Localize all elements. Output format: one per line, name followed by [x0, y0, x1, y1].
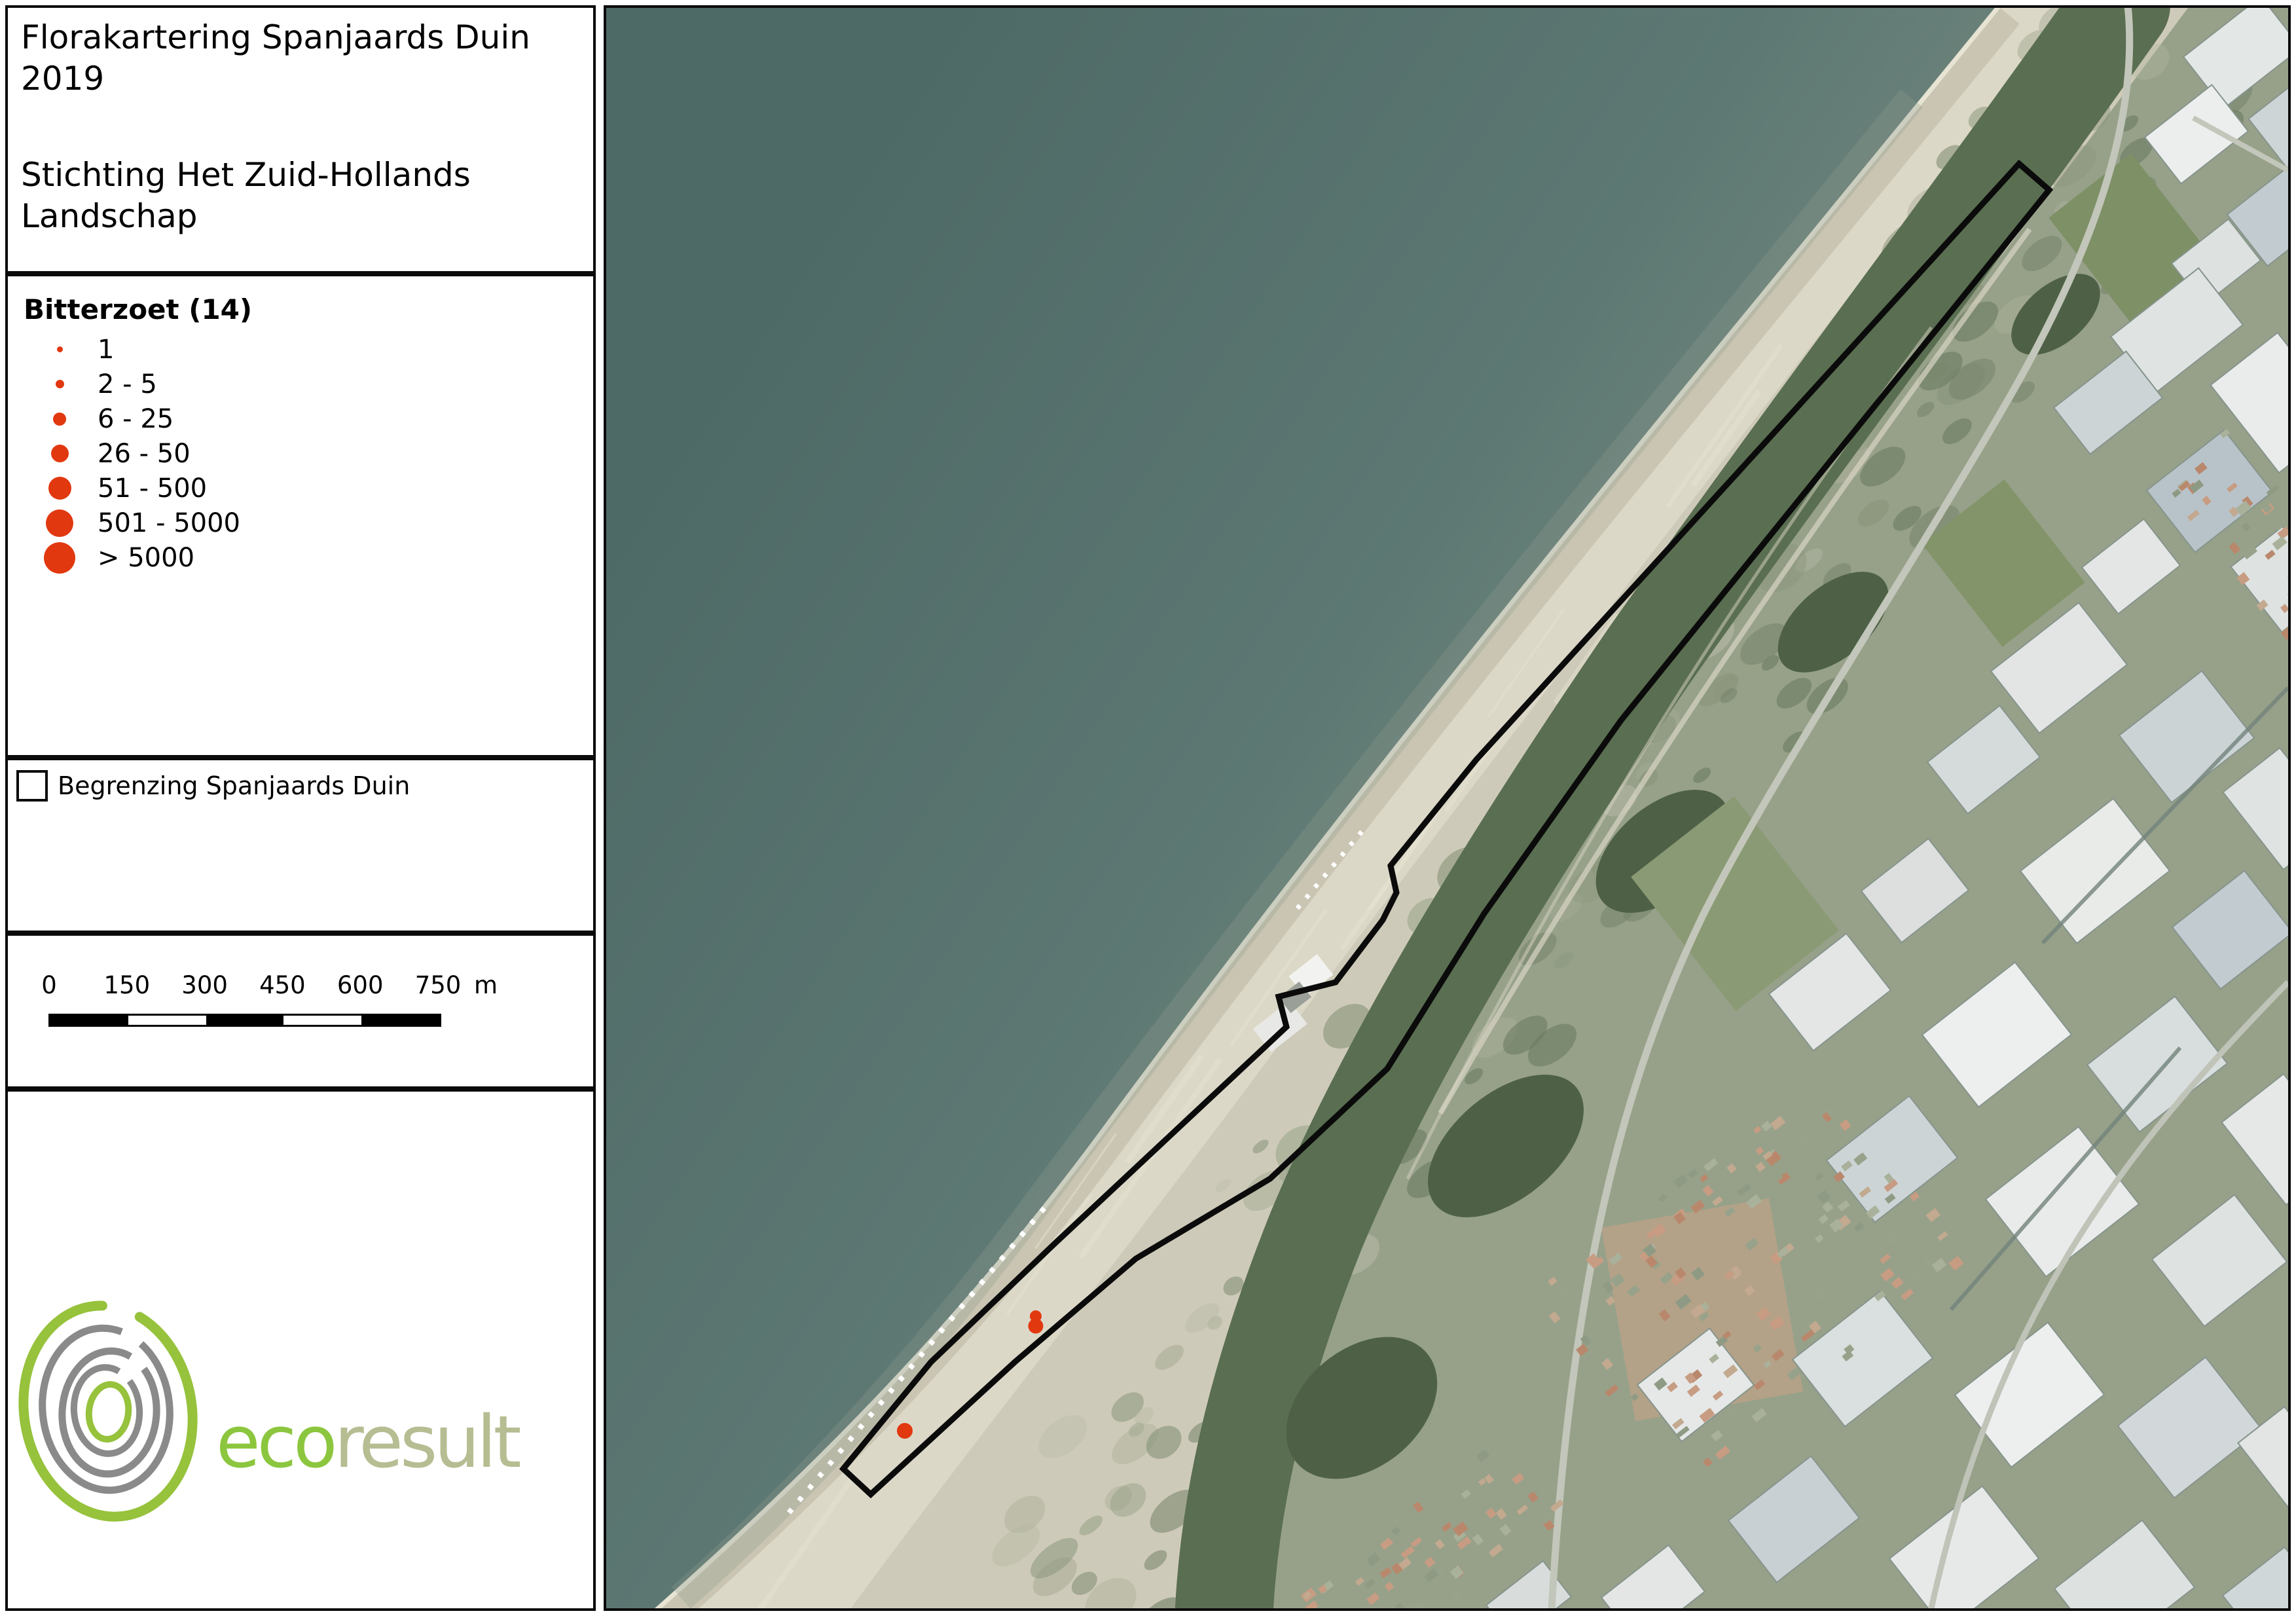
map-title: Florakartering Spanjaards Duin 2019 — [21, 17, 580, 100]
subtitle-line-1: Stichting Het Zuid-Hollands — [21, 155, 580, 196]
scalebar-unit: m — [474, 971, 498, 999]
scalebar-tick-label: 0 — [41, 971, 57, 999]
scalebar-bar — [48, 1014, 441, 1027]
observation-dot — [1029, 1319, 1044, 1334]
boundary-legend-box: Begrenzing Spanjaards Duin — [5, 758, 596, 933]
legend-item: 501 - 5000 — [18, 506, 593, 540]
observation-dot — [897, 1423, 913, 1439]
legend-item: > 5000 — [18, 540, 593, 575]
legend-item-label: 1 — [88, 335, 114, 365]
legend-heading: Bitterzoet (14) — [24, 293, 593, 325]
graduated-dot-icon — [57, 346, 63, 352]
scalebar-tick-label: 600 — [337, 971, 384, 999]
legend-symbol — [31, 380, 88, 388]
legend-symbol — [31, 413, 88, 426]
map-sheet: { "title": {"lines": ["Florakartering Sp… — [0, 0, 2296, 1624]
legend-symbol — [31, 542, 88, 574]
graduated-dot-icon — [44, 542, 75, 574]
legend-rows: 1 2 - 5 6 - 25 26 - 50 51 - 500 501 - 5000 > 5… — [18, 332, 593, 575]
scalebar-tick-label: 150 — [103, 971, 150, 999]
legend-item: 1 — [18, 332, 593, 367]
title-box: Florakartering Spanjaards Duin 2019 Stic… — [5, 5, 596, 274]
legend-box: Bitterzoet (14) 1 2 - 5 6 - 25 26 - 50 51 - … — [5, 274, 596, 758]
legend-item-label: > 5000 — [88, 543, 194, 573]
subtitle-line-2: Landschap — [21, 196, 580, 237]
legend-symbol — [31, 477, 88, 500]
legend-item-label: 2 - 5 — [88, 369, 157, 399]
scalebar-tick-label: 750 — [415, 971, 462, 999]
legend-item-label: 26 - 50 — [88, 439, 191, 469]
logo-text-eco: eco — [216, 1400, 334, 1484]
boundary-legend-label: Begrenzing Spanjaards Duin — [58, 771, 410, 800]
graduated-dot-icon — [46, 509, 73, 537]
map-subtitle: Stichting Het Zuid-Hollands Landschap — [21, 155, 580, 237]
boundary-legend-row: Begrenzing Spanjaards Duin — [16, 770, 593, 802]
graduated-dot-icon — [56, 380, 64, 388]
logo-text: ecoresult — [216, 1400, 520, 1484]
legend-symbol — [31, 346, 88, 352]
logo-box: ecoresult — [5, 1089, 596, 1611]
legend-item-label: 501 - 5000 — [88, 508, 240, 538]
scalebar-segment — [361, 1016, 439, 1025]
legend-item: 51 - 500 — [18, 471, 593, 506]
scalebar-segment — [206, 1016, 284, 1025]
graduated-dot-icon — [51, 445, 69, 462]
title-line-1: Florakartering Spanjaards Duin — [21, 17, 580, 58]
ecoresult-logo: ecoresult — [8, 1092, 593, 1608]
map-frame — [604, 5, 2291, 1611]
scalebar-tick-label: 450 — [259, 971, 306, 999]
legend-item: 6 - 25 — [18, 401, 593, 436]
logo-text-result: result — [334, 1400, 520, 1484]
scalebar-segment — [128, 1016, 206, 1025]
title-line-2: 2019 — [21, 58, 580, 100]
legend-item-label: 51 - 500 — [88, 473, 207, 504]
legend-symbol — [31, 509, 88, 537]
aerial-map — [606, 8, 2288, 1608]
scalebar-segment — [283, 1016, 361, 1025]
graduated-dot-icon — [48, 477, 71, 500]
graduated-dot-icon — [53, 413, 66, 426]
scalebar-box: 0 150 300 450 600 750 m — [5, 933, 596, 1089]
scalebar-segment — [50, 1016, 128, 1025]
ecoresult-rings-icon — [8, 1292, 209, 1530]
legend-symbol — [31, 445, 88, 462]
scalebar-tick-label: 300 — [181, 971, 228, 999]
boundary-swatch-icon — [16, 770, 48, 802]
legend-item: 2 - 5 — [18, 367, 593, 401]
legend-item-label: 6 - 25 — [88, 404, 173, 434]
legend-item: 26 - 50 — [18, 436, 593, 471]
